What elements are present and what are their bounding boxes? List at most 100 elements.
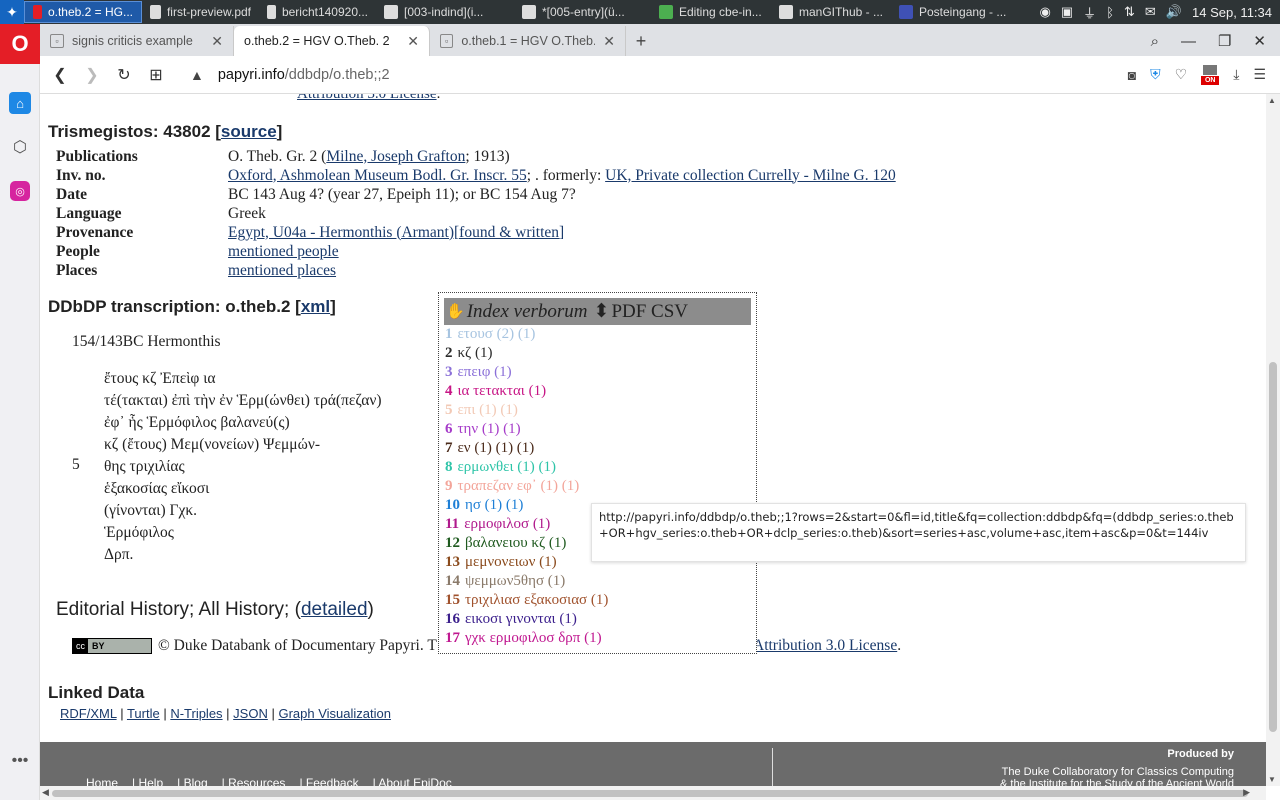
speed-dial-button[interactable]: ⊞ (140, 59, 172, 91)
linked-data-link[interactable]: RDF/XML (60, 706, 117, 721)
index-entry[interactable]: 17 γχκ ερμοφιλοσ δρπ (1) (445, 629, 608, 648)
scroll-left-icon[interactable]: ◀ (42, 787, 49, 798)
tab-o-theb-1[interactable]: ▫ o.theb.1 = HGV O.Theb. 1 ✕ (430, 26, 626, 56)
reload-button[interactable]: ↻ (108, 59, 140, 91)
horizontal-scrollbar[interactable]: ◀ ▶ (40, 786, 1266, 800)
scroll-thumb[interactable] (1269, 362, 1277, 732)
taskbar-task[interactable]: [003-indind](i... (376, 1, 514, 23)
linked-data-link[interactable]: N-Triples (170, 706, 222, 721)
export-links[interactable]: PDF CSV (611, 301, 688, 323)
hand-icon[interactable]: ✋ (446, 302, 465, 321)
heart-icon[interactable]: ♡ (1175, 66, 1188, 83)
opera-menu-button[interactable]: O (0, 24, 40, 64)
sidebar-pinboards[interactable]: ⬡ (0, 132, 40, 162)
sidebar-more[interactable]: ••• (0, 746, 40, 776)
footer-nav-link[interactable]: | Feedback (299, 776, 358, 786)
index-entry[interactable]: 10 ησ (1) (1) (445, 496, 608, 515)
camera-tray-icon[interactable]: ▣ (1061, 4, 1073, 20)
footer-nav-link[interactable]: | Resources (222, 776, 286, 786)
taskbar-task[interactable]: bericht140920... (259, 1, 376, 23)
index-entry[interactable]: 6 την (1) (1) (445, 420, 608, 439)
footer-nav-link[interactable]: | Blog (177, 776, 207, 786)
linked-data-link[interactable]: Turtle (127, 706, 160, 721)
index-entry[interactable]: 2 κζ (1) (445, 344, 608, 363)
footer-nav-link[interactable]: | About EpiDoc (373, 776, 452, 786)
footer-nav-link[interactable]: Home (86, 776, 118, 786)
index-entry[interactable]: 15 τριχιλιασ εξακοσιασ (1) (445, 591, 608, 610)
sidebar-instagram[interactable]: ◎ (0, 176, 40, 206)
taskbar-task[interactable]: Posteingang - ... (891, 1, 1023, 23)
metadata-link[interactable]: Oxford, Ashmolean Museum Bodl. Gr. Inscr… (228, 167, 527, 184)
index-entry[interactable]: 4 ια τετακται (1) (445, 382, 608, 401)
metadata-link[interactable]: Milne, Joseph Grafton (326, 148, 465, 165)
start-menu-button[interactable]: ✦ (0, 0, 24, 24)
top-license-link[interactable]: Attribution 3.0 License. (297, 94, 440, 103)
license-link[interactable]: Attribution 3.0 License (753, 637, 897, 654)
warning-icon[interactable]: ▲ (190, 67, 204, 83)
taskbar-task[interactable]: first-preview.pdf (142, 1, 259, 23)
scroll-right-icon[interactable]: ▶ (1243, 787, 1250, 798)
linked-data-link[interactable]: Graph Visualization (278, 706, 391, 721)
index-header[interactable]: ✋ Index verborum ⬍ PDF CSV (444, 298, 751, 325)
close-tab-icon[interactable]: ✕ (399, 33, 419, 50)
tab-o-theb-2[interactable]: o.theb.2 = HGV O.Theb. 2 ✕ (234, 26, 430, 56)
index-entry[interactable]: 12 βαλανειου κζ (1) (445, 534, 608, 553)
taskbar-task[interactable]: manGIThub - ... (771, 1, 891, 23)
close-window-icon[interactable]: ✕ (1253, 32, 1266, 50)
index-entry[interactable]: 11 ερμοφιλοσ (1) (445, 515, 608, 534)
scroll-thumb[interactable] (52, 790, 1248, 797)
sort-arrows-icon[interactable]: ⬍ (594, 300, 610, 323)
index-entry[interactable]: 3 επειφ (1) (445, 363, 608, 382)
xml-link[interactable]: xml (301, 297, 330, 316)
index-entry[interactable]: 14 ψεμμων5θησ (1) (445, 572, 608, 591)
vertical-scrollbar[interactable]: ▲ ▼ (1266, 94, 1280, 786)
license-link[interactable]: Attribution 3.0 License (297, 94, 437, 102)
metadata-link[interactable]: mentioned places (228, 262, 336, 279)
index-entry[interactable]: 9 τραπεζαν εφ᾽ (1) (1) (445, 477, 608, 496)
metadata-link[interactable]: Egypt, U04a - Hermonthis (Armant) (228, 224, 454, 241)
metadata-link[interactable]: mentioned people (228, 243, 339, 260)
network-icon[interactable]: ⇅ (1124, 4, 1135, 20)
index-entry[interactable]: 7 εν (1) (1) (1) (445, 439, 608, 458)
metadata-link[interactable]: [found & written] (454, 224, 564, 241)
index-entry[interactable]: 5 επι (1) (1) (445, 401, 608, 420)
clock[interactable]: 14 Sep, 11:34 (1192, 5, 1272, 20)
easy-setup-icon[interactable]: ☰ (1253, 66, 1266, 83)
scroll-up-icon[interactable]: ▲ (1268, 96, 1276, 105)
metadata-link[interactable]: UK, Private collection Currelly - Milne … (605, 167, 896, 184)
footer-nav-link[interactable]: | Help (132, 776, 163, 786)
snapshot-icon[interactable]: ◙ (1128, 67, 1136, 83)
taskbar-task[interactable]: *[005-entry](ü... (514, 1, 651, 23)
minimize-icon[interactable]: — (1181, 33, 1196, 50)
detailed-link[interactable]: detailed (301, 599, 368, 620)
index-entry[interactable]: 16 εικοσι γινονται (1) (445, 610, 608, 629)
bluetooth-icon[interactable]: ᛒ (1106, 5, 1114, 20)
index-entry[interactable]: 8 ερμωνθει (1) (1) (445, 458, 608, 477)
new-tab-button[interactable]: + (626, 26, 656, 56)
taskbar-task[interactable]: Editing cbe-in... (651, 1, 771, 23)
tab-signis-criticis[interactable]: ▫ signis criticis example ✕ (40, 26, 234, 56)
forward-button[interactable]: ❯ (76, 59, 108, 91)
close-tab-icon[interactable]: ✕ (595, 33, 615, 50)
vpn-on-icon[interactable]: ON (1201, 64, 1220, 85)
linked-data-link[interactable]: JSON (233, 706, 268, 721)
close-tab-icon[interactable]: ✕ (203, 33, 223, 50)
index-entry[interactable]: 13 μεμνονειων (1) (445, 553, 608, 572)
index-title: Index verborum (466, 300, 588, 322)
usb-icon[interactable]: ⏚ (1083, 3, 1096, 22)
download-icon[interactable]: ⤓ (1233, 66, 1239, 83)
taskbar-task[interactable]: o.theb.2 = HG... (24, 1, 142, 23)
mail-tray-icon[interactable]: ✉ (1145, 4, 1156, 20)
back-button[interactable]: ❮ (44, 59, 76, 91)
index-entry[interactable]: 1 ετουσ (2) (1) (445, 325, 608, 344)
cc-by-badge[interactable]: cc BY (72, 638, 152, 654)
url-field[interactable]: ▲ papyri.info/ddbdp/o.theb;;2 (190, 67, 390, 83)
volume-icon[interactable]: 🔊 (1166, 4, 1182, 20)
shield-icon[interactable]: ⛨ (1150, 66, 1161, 83)
sidebar-home[interactable]: ⌂ (0, 88, 40, 118)
source-link[interactable]: source (221, 122, 277, 141)
scroll-down-icon[interactable]: ▼ (1268, 775, 1276, 784)
podcast-icon[interactable]: ◉ (1040, 4, 1051, 20)
maximize-icon[interactable]: ❐ (1218, 32, 1231, 50)
search-tabs-icon[interactable]: ⌕ (1151, 33, 1159, 50)
